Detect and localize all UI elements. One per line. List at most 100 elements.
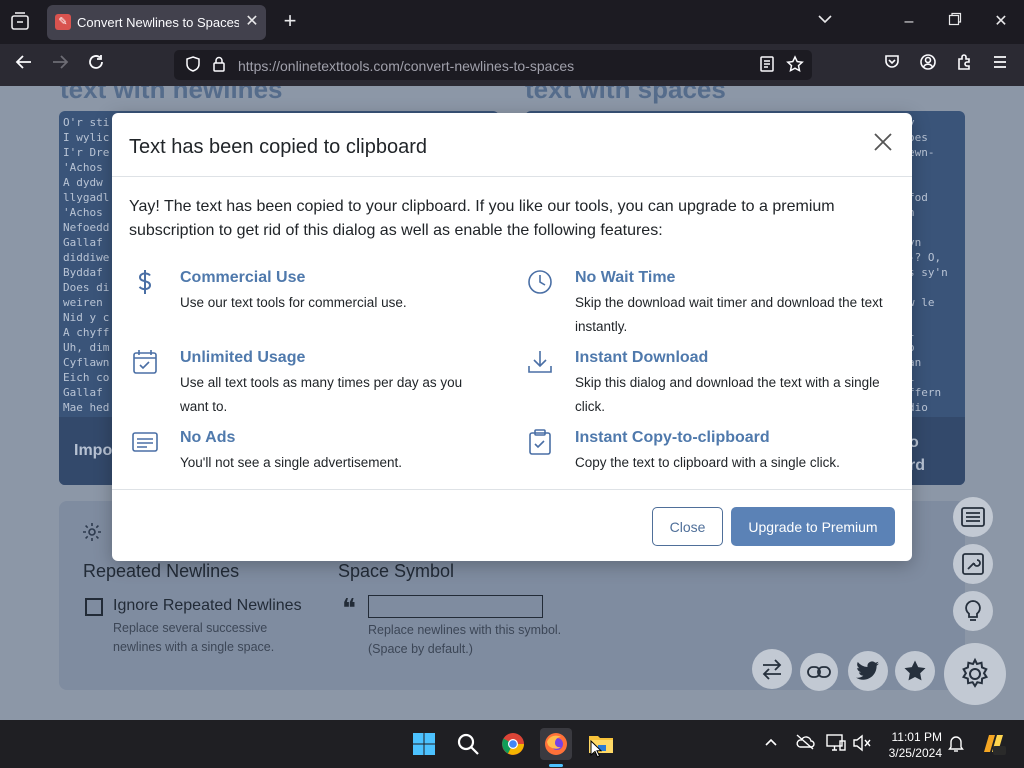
firefox-active-indicator: [549, 764, 563, 767]
feature-title: Unlimited Usage: [180, 349, 306, 366]
star-icon: [904, 660, 926, 681]
feature-desc: Use all text tools as many times per day…: [180, 375, 463, 414]
swap-arrows-icon: [762, 659, 782, 680]
reader-view-icon[interactable]: [758, 55, 778, 75]
input-textarea[interactable]: O'r sti I wylic I'r Dre 'Achos A dydw ll…: [63, 115, 109, 415]
feature-no-ads: No Ads You'll not see a single advertise…: [132, 429, 512, 485]
dialog-header: Text has been copied to clipboard: [112, 113, 912, 177]
window-close-icon[interactable]: ✕: [989, 11, 1013, 33]
feature-title: Instant Copy-to-clipboard: [575, 429, 770, 446]
list-icon: [961, 507, 985, 527]
firefox-icon[interactable]: [540, 728, 572, 760]
twitter-icon: [856, 661, 879, 680]
feature-title: Commercial Use: [180, 269, 306, 286]
star-fab[interactable]: [895, 651, 935, 691]
upgrade-to-premium-button[interactable]: Upgrade to Premium: [731, 507, 895, 546]
dialog-title: Text has been copied to clipboard: [129, 136, 427, 158]
link-icon: [807, 666, 831, 678]
feature-desc: Skip the download wait timer and downloa…: [575, 295, 883, 334]
display-icon[interactable]: [826, 734, 846, 754]
url-host: https://onlinetexttools.com: [238, 58, 400, 74]
back-icon[interactable]: [12, 53, 36, 77]
show-hidden-icons-chevron-icon[interactable]: [763, 734, 783, 754]
windows-start-icon[interactable]: [408, 728, 440, 760]
feature-instant-download: Instant Download Skip this dialog and do…: [527, 349, 897, 429]
dialog-footer: Close Upgrade to Premium: [112, 489, 912, 561]
pocket-icon[interactable]: [880, 53, 904, 77]
link-fab[interactable]: [800, 653, 838, 691]
menu-icon[interactable]: [988, 53, 1012, 77]
ignore-repeated-checkbox[interactable]: [85, 598, 103, 616]
list-all-tabs-icon[interactable]: [813, 11, 837, 33]
extensions-icon[interactable]: [952, 53, 976, 77]
output-heading: text with spaces: [525, 86, 726, 104]
browser-nav-bar: https://onlinetexttools.com/convert-newl…: [0, 44, 1024, 86]
lightbulb-icon: [965, 600, 981, 621]
input-heading: text with newlines: [60, 86, 283, 104]
browser-tab-bar: ✎ Convert Newlines to Spaces in Text ✕ +…: [0, 0, 1024, 44]
quote-icon: ❝: [342, 594, 356, 624]
shield-icon[interactable]: [184, 55, 204, 75]
wrench-favicon-icon: ✎: [55, 14, 71, 30]
lightbulb-fab[interactable]: [953, 591, 993, 631]
copied-dialog: Text has been copied to clipboard Yay! T…: [112, 113, 912, 561]
clock-date: 3/25/2024: [888, 746, 942, 760]
wrench-fab[interactable]: [953, 544, 993, 584]
no-ads-icon: [132, 429, 158, 455]
search-icon[interactable]: [452, 728, 484, 760]
clock-time: 11:01 PM: [891, 730, 942, 744]
feature-no-wait-time: No Wait Time Skip the download wait time…: [527, 269, 897, 349]
windows-taskbar: 11:01 PM 3/25/2024: [0, 720, 1024, 768]
reload-icon[interactable]: [84, 53, 108, 77]
calendar-check-icon: [132, 349, 158, 375]
url-bar[interactable]: https://onlinetexttools.com/convert-newl…: [174, 50, 812, 80]
settings-fab[interactable]: [944, 643, 1006, 705]
feature-title: No Wait Time: [575, 269, 676, 286]
copilot-pre-icon[interactable]: [980, 732, 1006, 756]
url-path: /convert-newlines-to-spaces: [399, 58, 575, 74]
twitter-fab[interactable]: [848, 651, 888, 691]
restore-icon[interactable]: [943, 11, 967, 33]
lock-icon[interactable]: [210, 55, 230, 75]
swap-fab[interactable]: [752, 649, 792, 689]
wrench-icon: [962, 553, 984, 575]
bookmark-star-icon[interactable]: [786, 55, 806, 75]
options-gear-icon: [81, 521, 103, 543]
minimize-icon[interactable]: –: [897, 11, 921, 33]
tab-title: Convert Newlines to Spaces in Text: [77, 15, 239, 30]
chrome-icon[interactable]: [497, 728, 529, 760]
gear-icon: [961, 657, 989, 688]
space-symbol-title: Space Symbol: [338, 561, 455, 581]
system-clock[interactable]: 11:01 PM 3/25/2024: [870, 729, 942, 761]
feature-commercial-use: Commercial Use Use our text tools for co…: [132, 269, 512, 329]
output-textarea[interactable]: y oes ewn- fod n yn -? O, s sy'n w le l …: [908, 115, 948, 415]
active-tab[interactable]: ✎ Convert Newlines to Spaces in Text ✕: [47, 5, 266, 40]
list-fab[interactable]: [953, 497, 993, 537]
account-icon[interactable]: [916, 53, 940, 77]
feature-title: Instant Download: [575, 349, 709, 366]
volume-muted-icon[interactable]: [852, 734, 872, 754]
close-button[interactable]: Close: [652, 507, 723, 546]
dialog-intro: Yay! The text has been copied to your cl…: [129, 198, 835, 239]
feature-title: No Ads: [180, 429, 236, 446]
import-label[interactable]: Impo: [74, 442, 112, 460]
url-text[interactable]: https://onlinetexttools.com/convert-newl…: [238, 58, 574, 74]
onedrive-offline-icon[interactable]: [795, 734, 815, 754]
dollar-icon: [132, 269, 158, 295]
dialog-close-icon[interactable]: [872, 131, 894, 153]
feature-desc: Copy the text to clipboard with a single…: [575, 455, 840, 470]
feature-instant-copy: Instant Copy-to-clipboard Copy the text …: [527, 429, 897, 485]
ignore-repeated-label[interactable]: Ignore Repeated Newlines: [113, 597, 302, 615]
ignore-repeated-desc: Replace several successive newlines with…: [113, 621, 275, 654]
notification-bell-icon[interactable]: [947, 734, 967, 754]
space-symbol-input[interactable]: [368, 595, 543, 618]
forward-icon[interactable]: [48, 53, 72, 77]
download-icon: [527, 349, 553, 375]
space-symbol-desc: Replace newlines with this symbol. (Spac…: [368, 623, 562, 656]
new-tab-icon[interactable]: +: [279, 10, 301, 32]
mouse-cursor-icon: [590, 739, 603, 758]
tab-close-icon[interactable]: ✕: [243, 13, 261, 31]
tab-list-icon[interactable]: [8, 10, 32, 34]
feature-desc: Use our text tools for commercial use.: [180, 295, 407, 310]
repeated-newlines-title: Repeated Newlines: [83, 561, 240, 581]
